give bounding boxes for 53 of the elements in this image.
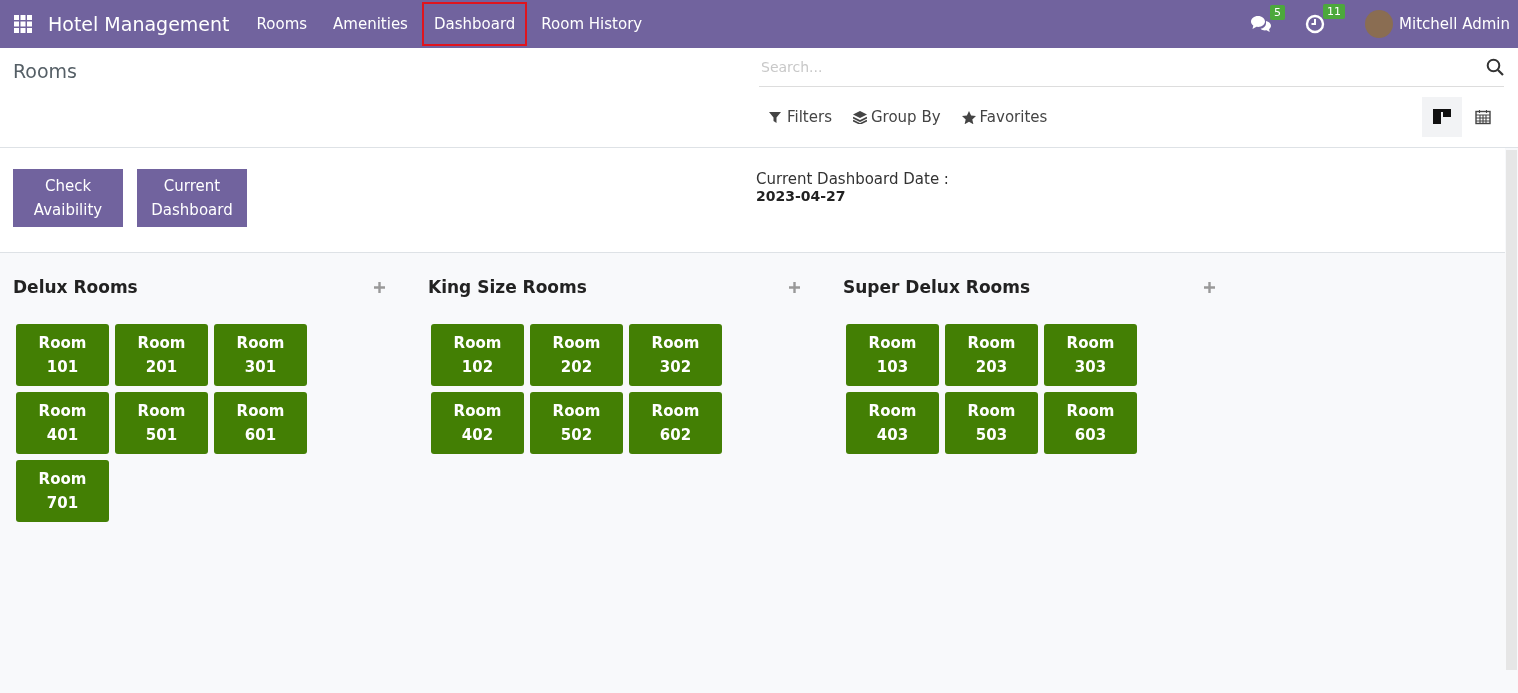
room-tile[interactable]: Room 301 — [214, 324, 307, 386]
room-tile[interactable]: Room 501 — [115, 392, 208, 454]
room-tile[interactable]: Room 103 — [846, 324, 939, 386]
room-tile[interactable]: Room 502 — [530, 392, 623, 454]
scrollbar[interactable] — [1506, 150, 1517, 670]
room-tile[interactable]: Room 701 — [16, 460, 109, 522]
room-tile[interactable]: Room 202 — [530, 324, 623, 386]
chat-icon[interactable] — [1250, 15, 1273, 33]
column-title: Super Delux Rooms — [843, 277, 1031, 297]
add-icon[interactable] — [789, 281, 800, 293]
room-tile[interactable]: Room 303 — [1044, 324, 1137, 386]
app-title: Hotel Management — [48, 13, 230, 35]
room-tile[interactable]: Room 401 — [16, 392, 109, 454]
user-name[interactable]: Mitchell Admin — [1399, 15, 1510, 33]
apps-menu-icon[interactable] — [14, 15, 32, 33]
menu-item[interactable]: Rooms — [244, 2, 320, 46]
funnel-icon — [769, 110, 783, 124]
favorite-menu-button[interactable]: Favorites — [951, 108, 1059, 126]
room-tile[interactable]: Room 102 — [431, 324, 524, 386]
user-avatar — [1365, 10, 1394, 38]
filter-menu-button[interactable]: Filters — [759, 108, 843, 126]
kanban-view-button[interactable] — [1422, 97, 1462, 137]
search-icon[interactable] — [1486, 58, 1504, 76]
menu-item[interactable]: Amenities — [321, 2, 420, 46]
column-title: Delux Rooms — [13, 277, 138, 297]
action-button[interactable]: Current Dashboard — [137, 169, 247, 227]
add-icon[interactable] — [374, 281, 385, 293]
kanban-view-icon — [1433, 109, 1451, 125]
room-tile[interactable]: Room 503 — [945, 392, 1038, 454]
date-label: Current Dashboard Date : — [756, 170, 949, 188]
column-title: King Size Rooms — [428, 277, 587, 297]
calendar-icon — [1475, 109, 1493, 125]
room-tile[interactable]: Room 201 — [115, 324, 208, 386]
room-tile[interactable]: Room 601 — [214, 392, 307, 454]
room-tile[interactable]: Room 602 — [629, 392, 722, 454]
activity-count-badge: 11 — [1323, 4, 1346, 19]
date-value: 2023-04-27 — [756, 188, 847, 204]
room-tile[interactable]: Room 403 — [846, 392, 939, 454]
group-menu-button[interactable]: Group By — [842, 108, 952, 126]
room-tile[interactable]: Room 603 — [1044, 392, 1137, 454]
menu-item[interactable]: Dashboard — [421, 2, 528, 46]
room-tile[interactable]: Room 302 — [629, 324, 722, 386]
star-icon — [961, 110, 976, 124]
room-tile[interactable]: Room 101 — [16, 324, 109, 386]
layers-icon — [852, 110, 867, 124]
room-tile[interactable]: Room 402 — [431, 392, 524, 454]
menu-item[interactable]: Room History — [529, 2, 655, 46]
message-count-badge: 5 — [1270, 5, 1286, 20]
room-tile[interactable]: Room 203 — [945, 324, 1038, 386]
add-icon[interactable] — [1204, 281, 1215, 293]
clock-icon[interactable] — [1305, 14, 1326, 34]
breadcrumb: Rooms — [13, 60, 78, 82]
action-button[interactable]: Check Avaibility — [13, 169, 123, 227]
